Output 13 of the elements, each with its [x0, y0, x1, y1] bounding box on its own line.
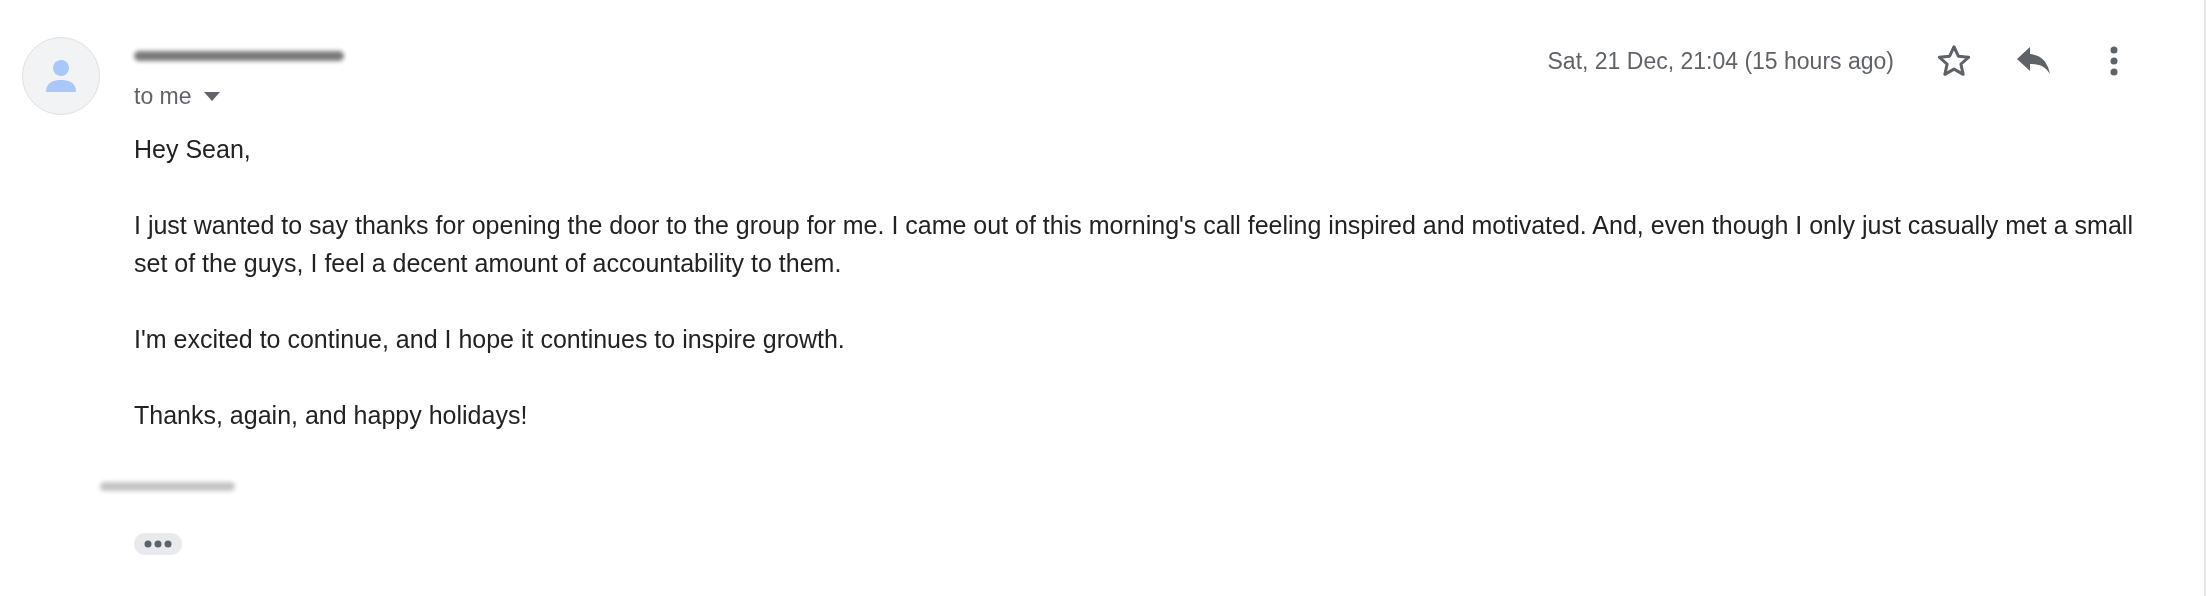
- recipient-dropdown[interactable]: to me: [134, 79, 220, 114]
- message-paragraph: I just wanted to say thanks for opening the door to the group for me. I came out of this morning's call feeling inspired and motivated. And, even though I only just casually met a small set of the guys, I feel a decent amount of accountability to them.: [134, 209, 2134, 279]
- show-trimmed-content-button[interactable]: [134, 532, 182, 555]
- menu-icon: [2110, 46, 2118, 76]
- message-paragraph: I'm excited to continue, and I hope it continues to inspire growth.: [134, 323, 846, 355]
- person-icon: [44, 58, 78, 94]
- message-paragraph: Thanks, again, and happy holidays!: [134, 399, 529, 431]
- message-date: Sat, 21 Dec, 21:04 (15 hours ago): [1547, 46, 1894, 76]
- reply-icon: [2017, 47, 2051, 75]
- caret-icon: [203, 91, 220, 101]
- ellipsis-icon: [144, 539, 172, 548]
- message-paragraph: Hey Sean,: [134, 133, 252, 165]
- star-icon: [1936, 43, 1972, 79]
